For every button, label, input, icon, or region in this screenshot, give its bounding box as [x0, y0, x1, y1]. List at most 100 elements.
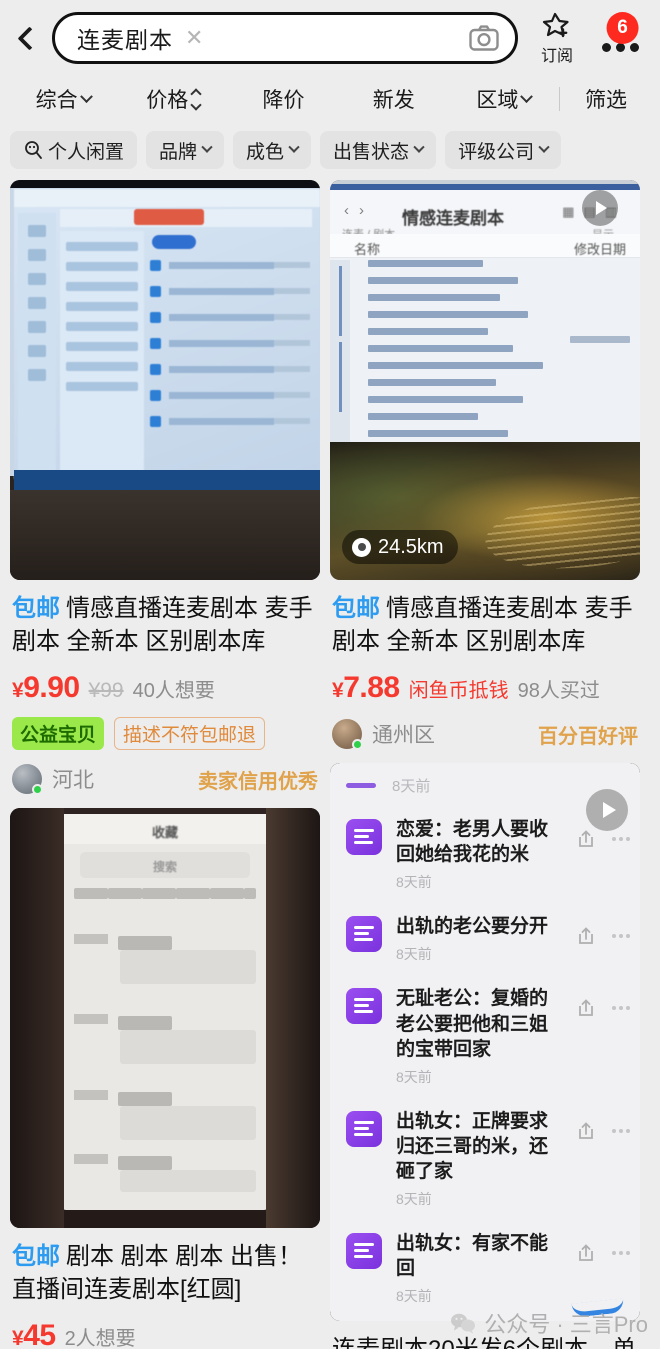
- play-button-icon[interactable]: [582, 190, 618, 226]
- product-info: 包邮 情感直播连麦剧本 麦手剧本 全新本 区别剧本库 ¥9.90 ¥99 40人想…: [10, 580, 320, 796]
- list-item-body: 出轨女：有家不能回 8天前: [396, 1231, 562, 1306]
- avatar: [12, 764, 43, 796]
- free-shipping-tag: 包邮: [12, 595, 60, 622]
- wechat-icon: [451, 1313, 476, 1334]
- chip-brand[interactable]: 品牌: [146, 131, 225, 169]
- product-image[interactable]: 收藏 搜索: [10, 808, 320, 1229]
- product-title: 包邮 情感直播连麦剧本 麦手剧本 全新本 区别剧本库: [332, 592, 638, 658]
- more-dots-icon[interactable]: [612, 837, 630, 842]
- star-plus-icon: [542, 12, 569, 37]
- seller-credit-tag: 卖家信用优秀: [198, 770, 318, 793]
- window-nav-arrows-icon: ‹›: [344, 202, 374, 219]
- product-card[interactable]: 8天前 恋爱：老男人要收回她给我花的米 8天前 出轨的老公要分开 8天前 无耻老…: [330, 763, 640, 1349]
- clear-search-icon[interactable]: ✕: [185, 27, 203, 49]
- more-options-button[interactable]: 6: [594, 8, 646, 68]
- list-item-body: 出轨的老公要分开 8天前: [396, 914, 562, 964]
- price-value: 45: [23, 1319, 56, 1349]
- script-feed-list: 8天前 恋爱：老男人要收回她给我花的米 8天前 出轨的老公要分开 8天前 无耻老…: [330, 763, 640, 1322]
- grid-column-left: 包邮 情感直播连麦剧本 麦手剧本 全新本 区别剧本库 ¥9.90 ¥99 40人想…: [10, 180, 320, 1349]
- product-card[interactable]: 包邮 情感直播连麦剧本 麦手剧本 全新本 区别剧本库 ¥9.90 ¥99 40人想…: [10, 180, 320, 796]
- list-item-time: 8天前: [396, 874, 432, 891]
- share-icon[interactable]: [576, 926, 596, 946]
- sort-tab-filter[interactable]: 筛选: [560, 84, 652, 114]
- product-card[interactable]: ‹› 情感连麦剧本 连麦 / 剧本 ▦▤▥ 显示 名称 修改日期: [330, 180, 640, 751]
- product-image[interactable]: ‹› 情感连麦剧本 连麦 / 剧本 ▦▤▥ 显示 名称 修改日期: [330, 180, 640, 580]
- more-dots-icon[interactable]: [612, 1006, 630, 1011]
- feed-top-time: 8天前: [392, 778, 431, 796]
- product-card[interactable]: 收藏 搜索 包邮 剧本 剧本 剧本 出售！ 直播间连麦剧本[红圆] ¥45 2人…: [10, 808, 320, 1349]
- media-window-title: 情感连麦剧本: [402, 209, 504, 228]
- document-icon: [346, 916, 382, 953]
- list-item[interactable]: 无耻老公：复婚的老公要把他和三姐的宝带回家 8天前: [330, 975, 640, 1097]
- list-item-title: 出轨的老公要分开: [396, 916, 549, 938]
- document-icon: [346, 988, 382, 1025]
- video-thumbnail-photo: ‹› 情感连麦剧本 连麦 / 剧本 ▦▤▥ 显示 名称 修改日期: [330, 180, 640, 580]
- sort-tab-newest-label: 新发: [372, 89, 415, 112]
- watermark-text: 公众号 · 三言Pro: [484, 1312, 648, 1337]
- sort-tab-comprehensive[interactable]: 综合: [8, 84, 118, 114]
- sort-tab-price[interactable]: 价格: [118, 84, 228, 114]
- share-icon[interactable]: [576, 1243, 596, 1263]
- online-dot: [352, 739, 363, 751]
- list-item-time: 8天前: [396, 1190, 432, 1207]
- more-dots-icon[interactable]: [612, 1128, 630, 1133]
- play-button-icon[interactable]: [586, 789, 628, 832]
- app-screen: 连麦剧本 ✕ 订阅 6 综合 价格 降价 新发 区域 筛选 个人闲置 品牌 成色…: [0, 0, 660, 1349]
- more-dots-icon[interactable]: [612, 1250, 630, 1255]
- chip-condition-label: 成色: [246, 141, 285, 163]
- sort-tab-pricedrop[interactable]: 降价: [228, 84, 338, 114]
- phone-screenshot-photo: 收藏 搜索: [10, 808, 320, 1229]
- list-item-title: 出轨女：正牌要求归还三哥的米，还砸了家: [396, 1110, 549, 1182]
- free-shipping-tag: 包邮: [12, 1243, 60, 1271]
- list-item-time: 8天前: [396, 946, 432, 963]
- back-button[interactable]: [6, 8, 52, 68]
- chevron-down-icon: [288, 141, 300, 153]
- distance-badge: 24.5km: [342, 530, 458, 564]
- list-item-actions: [576, 914, 630, 946]
- sort-bar: 综合 价格 降价 新发 区域 筛选: [0, 76, 660, 122]
- currency-symbol: ¥: [12, 1327, 24, 1349]
- camera-icon[interactable]: [469, 25, 499, 51]
- sort-tab-newest[interactable]: 新发: [339, 84, 449, 114]
- seller-rating-tag: 百分百好评: [538, 725, 638, 748]
- list-item[interactable]: 出轨女：正牌要求归还三哥的米，还砸了家 8天前: [330, 1098, 640, 1220]
- price-row: ¥45 2人想要: [12, 1319, 318, 1349]
- list-item-actions: [576, 1109, 630, 1141]
- subscribe-label: 订阅: [540, 47, 573, 65]
- sort-tab-price-label: 价格: [146, 89, 189, 112]
- search-input[interactable]: 连麦剧本 ✕: [52, 12, 518, 64]
- chip-grading-company[interactable]: 评级公司: [445, 131, 562, 169]
- chevron-down-icon: [201, 141, 213, 153]
- document-icon: [346, 1232, 382, 1269]
- share-icon[interactable]: [576, 829, 596, 849]
- share-icon[interactable]: [576, 998, 596, 1018]
- want-count: 2人想要: [64, 1328, 136, 1349]
- want-count: 40人想要: [132, 680, 215, 703]
- chevron-down-icon: [520, 89, 534, 103]
- seller-row[interactable]: 通州区 百分百好评: [332, 719, 638, 751]
- product-image[interactable]: [10, 180, 320, 580]
- return-policy-badge: 描述不符包邮退: [114, 717, 266, 751]
- seller-row[interactable]: 河北 卖家信用优秀: [12, 764, 318, 796]
- product-price: ¥9.90: [12, 671, 80, 705]
- chip-personal-idle[interactable]: 个人闲置: [10, 131, 138, 169]
- seller-location: 通州区: [372, 724, 435, 748]
- currency-symbol: ¥: [332, 679, 344, 703]
- seller-location: 河北: [52, 769, 94, 793]
- list-item-title: 出轨女：有家不能回: [396, 1232, 549, 1279]
- product-info: 包邮 剧本 剧本 剧本 出售！ 直播间连麦剧本[红圆] ¥45 2人想要: [10, 1228, 320, 1349]
- list-item-actions: [576, 1231, 630, 1263]
- subscribe-button[interactable]: 订阅: [528, 11, 586, 66]
- coin-discount-note: 闲鱼币抵钱: [408, 680, 509, 703]
- sort-tab-comprehensive-label: 综合: [35, 89, 78, 112]
- sort-tab-region[interactable]: 区域: [449, 84, 559, 114]
- list-item[interactable]: 出轨的老公要分开 8天前: [330, 903, 640, 975]
- share-icon[interactable]: [576, 1121, 596, 1141]
- product-image[interactable]: 8天前 恋爱：老男人要收回她给我花的米 8天前 出轨的老公要分开 8天前 无耻老…: [330, 763, 640, 1322]
- list-item-body: 恋爱：老男人要收回她给我花的米 8天前: [396, 817, 562, 892]
- more-dots-icon[interactable]: [612, 934, 630, 939]
- product-grid: 包邮 情感直播连麦剧本 麦手剧本 全新本 区别剧本库 ¥9.90 ¥99 40人想…: [0, 180, 660, 1349]
- chip-sale-status[interactable]: 出售状态: [320, 131, 437, 169]
- chevron-left-icon: [16, 25, 42, 51]
- chip-condition[interactable]: 成色: [233, 131, 312, 169]
